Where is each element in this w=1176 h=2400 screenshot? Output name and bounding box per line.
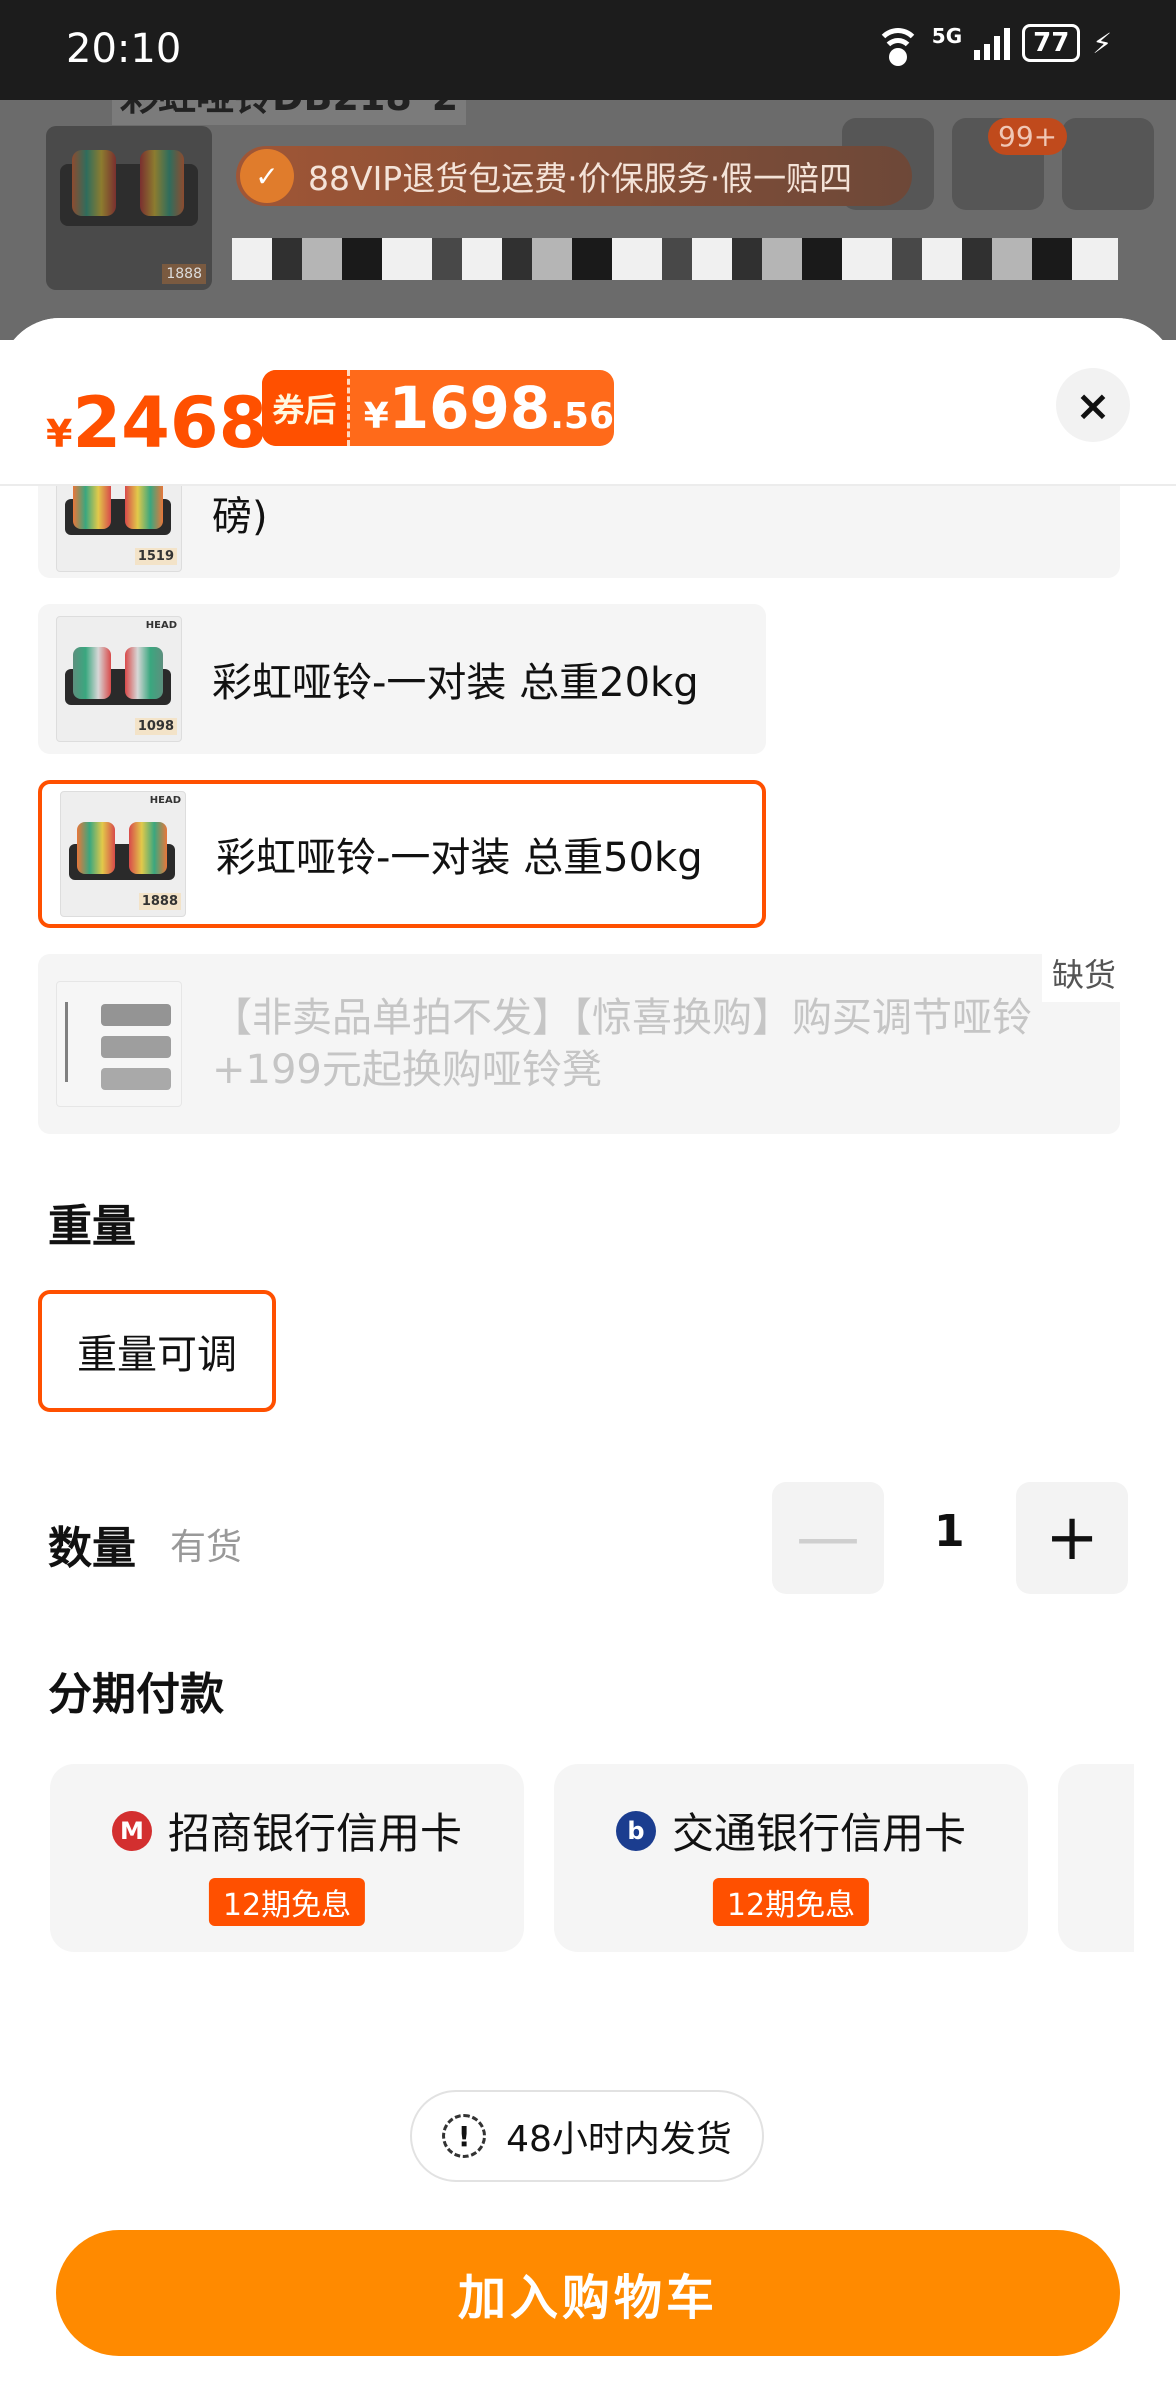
charging-icon: ⚡ xyxy=(1092,26,1112,60)
add-to-cart-button[interactable]: 加入购物车 xyxy=(56,2230,1120,2356)
quantity-minus-button[interactable]: — xyxy=(772,1482,884,1594)
redacted-text-bar xyxy=(232,238,1118,280)
sku-option-label: 磅) xyxy=(212,494,268,540)
shield-check-icon: ✓ xyxy=(240,149,294,203)
battery-icon: 77 xyxy=(1022,24,1081,62)
original-price: ¥2468 xyxy=(46,382,268,464)
vip-service-banner: ✓ 88VIP退货包运费·价保服务·假一赔四 xyxy=(236,146,912,206)
more-icon xyxy=(1062,118,1154,210)
quantity-plus-button[interactable]: + xyxy=(1016,1482,1128,1594)
installment-bank-card[interactable]: b 交通银行信用卡 12期免息 xyxy=(554,1764,1028,1952)
sku-option-card-out-of-stock[interactable]: 【非卖品单拍不发】【惊喜换购】购买调节哑铃+199元起换购哑铃凳 缺货 xyxy=(38,944,1120,1134)
bank-name: 招商银行信用卡 xyxy=(167,1809,462,1858)
bocom-logo-icon: b xyxy=(615,1810,656,1851)
info-icon: ! xyxy=(442,2114,487,2158)
sku-thumbnail: HEAD 1888 xyxy=(60,791,186,917)
sku-option-card-selected[interactable]: HEAD 1888 彩虹哑铃-一对装 总重50kg xyxy=(38,780,766,928)
vip-banner-text: 88VIP退货包运费·价保服务·假一赔四 xyxy=(308,159,853,198)
out-of-stock-badge: 缺货 xyxy=(1041,944,1120,1002)
status-icons: 5G 77 ⚡ xyxy=(874,24,1112,66)
sku-selection-sheet: ¥2468 券后 ¥1698.56 × 1519 磅) HEAD 1098 彩虹… xyxy=(0,318,1176,2400)
sheet-header: ¥2468 券后 ¥1698.56 × xyxy=(0,318,1176,486)
interest-free-tag: 12期免息 xyxy=(208,1878,366,1926)
quantity-section-title: 数量 xyxy=(48,1523,136,1574)
signal-icon xyxy=(974,26,1011,60)
bank-name: 交通银行信用卡 xyxy=(671,1809,966,1858)
sku-option-label: 彩虹哑铃-一对装 总重50kg xyxy=(216,835,703,881)
sku-option-label: 彩虹哑铃-一对装 总重20kg xyxy=(212,660,699,706)
installment-bank-card[interactable]: M 招商银行信用卡 12期免息 xyxy=(50,1764,524,1952)
quantity-value[interactable]: 1 xyxy=(934,1506,965,1557)
installment-section-title: 分期付款 xyxy=(48,1669,224,1720)
background-product-thumbnail: 1888 xyxy=(46,126,212,290)
coupon-price: 券后 ¥1698.56 xyxy=(262,370,614,446)
sku-option-label: 【非卖品单拍不发】【惊喜换购】购买调节哑铃+199元起换购哑铃凳 xyxy=(212,995,1032,1093)
status-bar: 20:10 5G 77 ⚡ xyxy=(0,0,1176,100)
sku-thumbnail: HEAD 1098 xyxy=(56,616,182,742)
cart-badge: 99+ xyxy=(988,118,1068,155)
weight-section-title: 重量 xyxy=(48,1201,136,1252)
interest-free-tag: 12期免息 xyxy=(712,1878,870,1926)
cmb-logo-icon: M xyxy=(111,1810,152,1851)
status-time: 20:10 xyxy=(66,26,182,72)
network-type: 5G xyxy=(931,24,963,48)
coupon-tag: 券后 xyxy=(262,370,350,446)
wifi-icon xyxy=(874,26,921,66)
weight-option-chip[interactable]: 重量可调 xyxy=(38,1290,276,1412)
shipping-note: ! 48小时内发货 xyxy=(410,2090,764,2182)
close-icon[interactable]: × xyxy=(1056,368,1130,442)
sku-option-card[interactable]: HEAD 1098 彩虹哑铃-一对装 总重20kg xyxy=(38,604,766,754)
sku-thumbnail xyxy=(56,981,182,1107)
stock-status: 有货 xyxy=(170,1527,243,1568)
shipping-note-text: 48小时内发货 xyxy=(506,2119,732,2160)
coupon-value: ¥1698.56 xyxy=(363,374,614,442)
installment-bank-card-partial[interactable] xyxy=(1058,1764,1134,1952)
